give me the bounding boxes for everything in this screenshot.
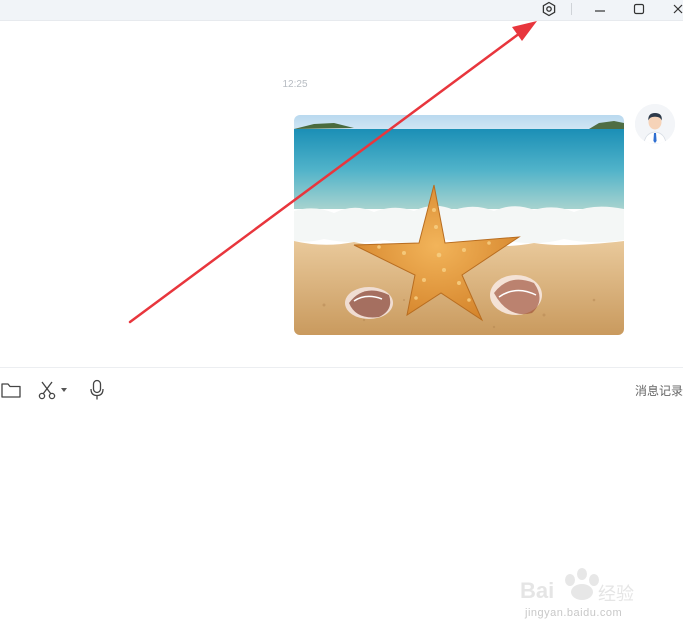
dropdown-caret-icon[interactable] (59, 377, 69, 403)
avatar[interactable] (635, 104, 675, 144)
watermark-url: jingyan.baidu.com (525, 607, 623, 619)
composer-divider (0, 367, 683, 368)
svg-text:经验: 经验 (598, 584, 634, 605)
baidu-watermark-logo: Bai 经验 (520, 568, 634, 605)
message-history-link[interactable]: 消息记录 (610, 382, 683, 399)
scissors-icon[interactable] (37, 377, 57, 403)
sent-image-starfish[interactable] (294, 115, 624, 335)
close-icon[interactable] (670, 0, 683, 18)
title-bar (0, 0, 683, 21)
maximize-icon[interactable] (630, 0, 648, 18)
titlebar-separator (571, 3, 572, 15)
minimize-icon[interactable] (591, 0, 609, 18)
folder-icon[interactable] (0, 377, 22, 403)
message-timestamp: 12:25 (282, 79, 308, 90)
microphone-icon[interactable] (87, 377, 107, 403)
svg-text:Bai: Bai (520, 578, 554, 603)
settings-icon[interactable] (539, 0, 559, 18)
